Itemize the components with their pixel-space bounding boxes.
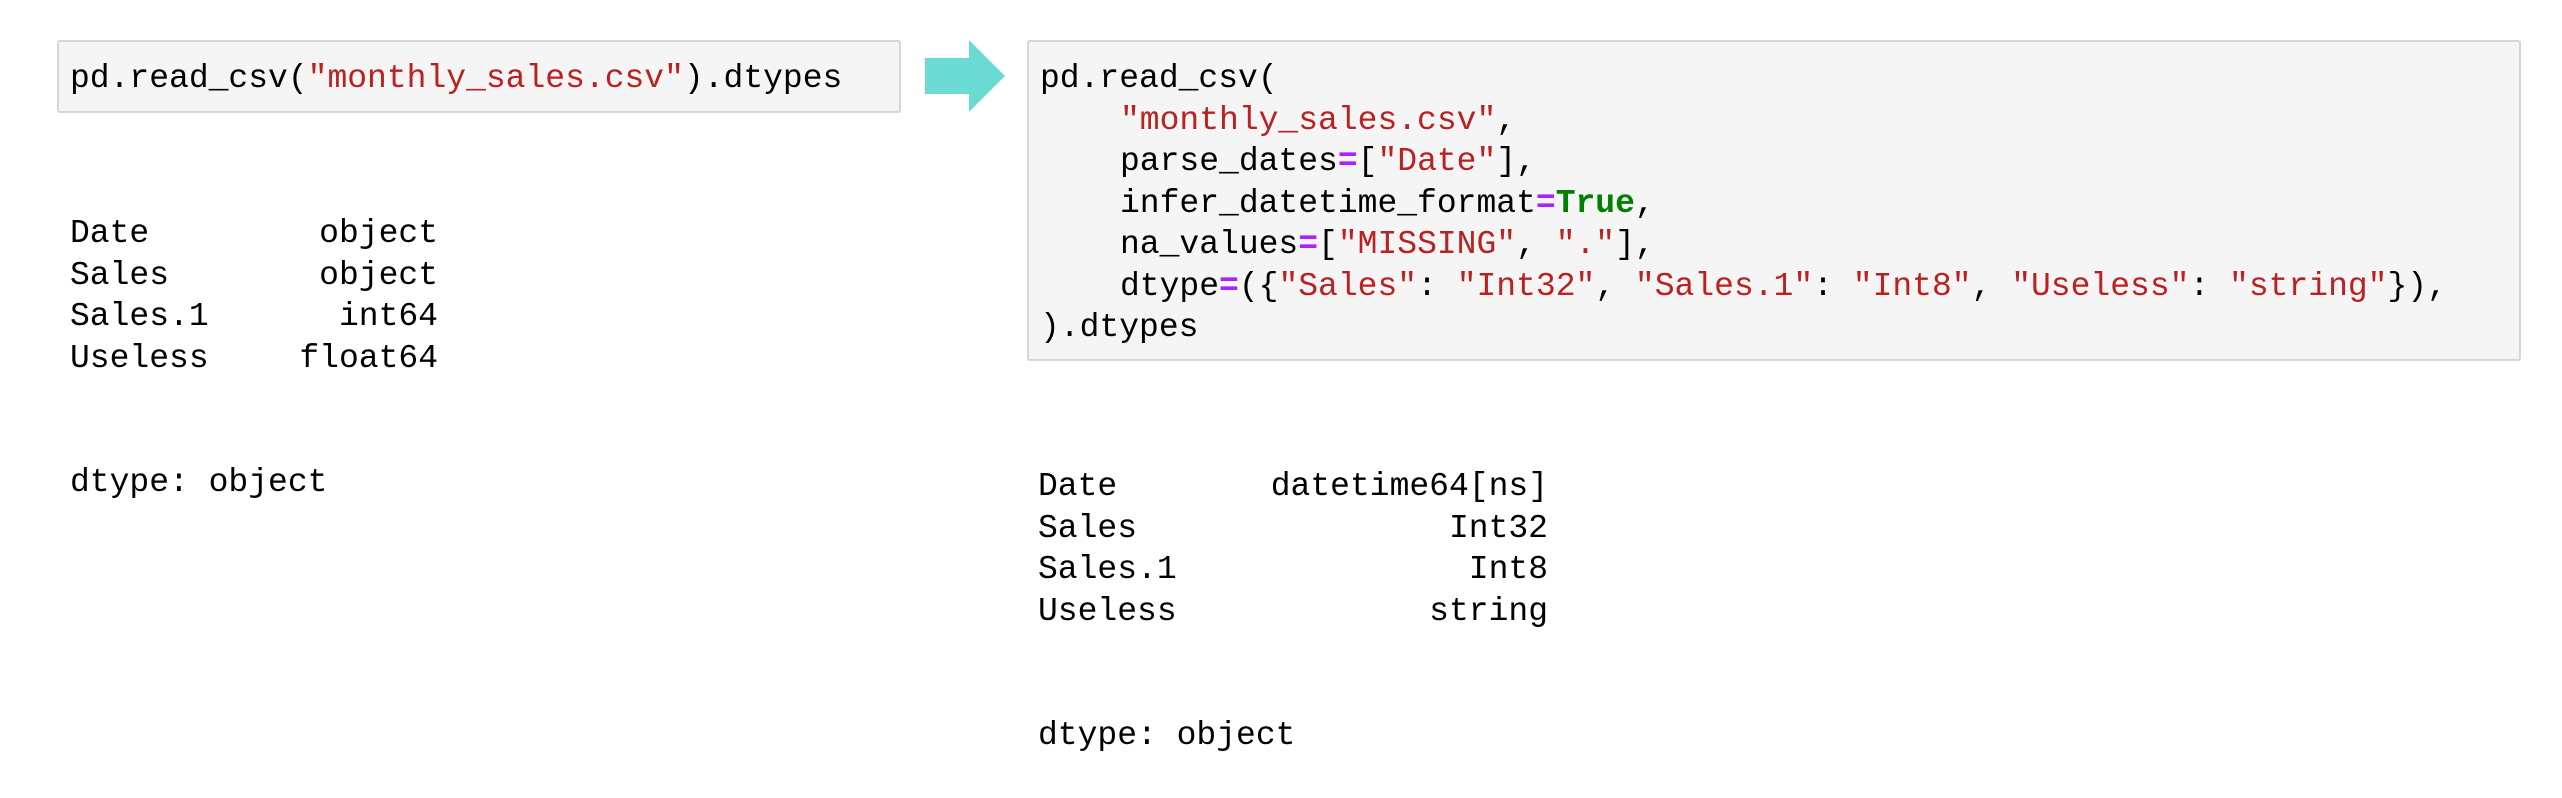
string-token: "Sales" — [1278, 267, 1418, 305]
output-cell-left: Date object Sales object Sales.1 int64 Useless… — [70, 130, 438, 545]
code-line: na_values=["MISSING", "."], — [1040, 224, 2507, 266]
operator-token: = — [1298, 226, 1319, 263]
dtype-value: int64 — [338, 298, 438, 335]
code-line: infer_datetime_format=True, — [1040, 183, 2507, 225]
code-token: , — [1971, 267, 2012, 305]
dtype-value: object — [319, 256, 438, 294]
code-token: , — [1496, 101, 1517, 139]
code-token: ).dtypes — [1040, 309, 1199, 346]
code-token: infer_datetime_format — [1120, 184, 1536, 222]
code-block: pd.read_csv("monthly_sales.csv", parse_da… — [1040, 58, 2507, 349]
string-token: "MISSING" — [1337, 226, 1517, 263]
dtype-value: object — [319, 215, 438, 252]
string-token: "Int8" — [1852, 267, 1972, 305]
dtype-row: Useless float64 — [70, 338, 438, 380]
code-token: pd.read_csv( — [1040, 60, 1278, 97]
string-token: "string" — [2229, 267, 2388, 305]
dtype-row: Sales object — [70, 255, 438, 297]
dtype-value: Int32 — [1448, 509, 1548, 547]
operator-token: = — [1535, 184, 1556, 222]
string-token: "Sales.1" — [1634, 267, 1814, 305]
code-token: : — [1417, 267, 1457, 305]
operator-token: = — [1219, 267, 1239, 305]
code-token: }), — [2387, 267, 2447, 305]
input-cell-left[interactable]: pd.read_csv("monthly_sales.csv").dtypes — [57, 40, 901, 113]
string-token: "." — [1555, 226, 1616, 263]
dtype-value: Int8 — [1468, 551, 1548, 588]
string-token: "Date" — [1377, 143, 1497, 180]
code-line: pd.read_csv( — [1040, 58, 2507, 100]
code-token: , — [1516, 226, 1556, 263]
code-line: "monthly_sales.csv", — [1040, 100, 2507, 142]
code-token: : — [2189, 267, 2230, 305]
dtype-value: datetime64[ns] — [1270, 468, 1548, 505]
operator-token: = — [1337, 143, 1358, 180]
code-token: ], — [1615, 226, 1655, 263]
code-token: na_values — [1120, 226, 1299, 263]
code-line: parse_dates=["Date"], — [1040, 141, 2507, 183]
code-line: pd.read_csv("monthly_sales.csv").dtypes — [70, 58, 887, 100]
output-cell-right: Date datetime64[ns] Sales Int32 Sales.1 Int8 U… — [1038, 383, 1548, 798]
code-token: parse_dates — [1120, 143, 1338, 180]
code-token: ).dtypes — [683, 60, 843, 97]
input-cell-right[interactable]: pd.read_csv("monthly_sales.csv", parse_da… — [1027, 40, 2521, 361]
code-token: ({ — [1238, 267, 1279, 305]
dtype-row: Sales Int32 — [1038, 508, 1548, 550]
dtype-row: Sales.1 Int8 — [1038, 549, 1548, 591]
code-token: [ — [1318, 226, 1338, 263]
dtype-value: string — [1429, 592, 1548, 630]
string-token: "Useless" — [2011, 267, 2190, 305]
keyword-token: True — [1555, 184, 1635, 222]
dtype-row: Date object — [70, 213, 438, 255]
code-token: , — [1595, 267, 1635, 305]
code-token: pd.read_csv( — [70, 60, 308, 97]
code-token: , — [1634, 184, 1655, 222]
code-token: dtype — [1120, 267, 1220, 305]
output-footer: dtype: object — [1038, 717, 1296, 754]
string-token: "monthly_sales.csv" — [1120, 101, 1497, 139]
output-footer: dtype: object — [70, 464, 328, 501]
dtype-row: Sales.1 int64 — [70, 296, 438, 338]
code-line: ).dtypes — [1040, 307, 2507, 349]
code-token: ], — [1496, 143, 1536, 180]
dtype-row: Date datetime64[ns] — [1038, 466, 1548, 508]
dtype-value: float64 — [299, 339, 438, 377]
code-token: : — [1813, 267, 1853, 305]
dtype-row: Useless string — [1038, 591, 1548, 633]
string-token: "Int32" — [1456, 267, 1596, 305]
code-token: [ — [1357, 143, 1378, 180]
string-token: "monthly_sales.csv" — [307, 60, 684, 97]
code-line: dtype=({"Sales": "Int32", "Sales.1": "In… — [1040, 266, 2507, 308]
right-arrow-icon — [925, 40, 1005, 112]
